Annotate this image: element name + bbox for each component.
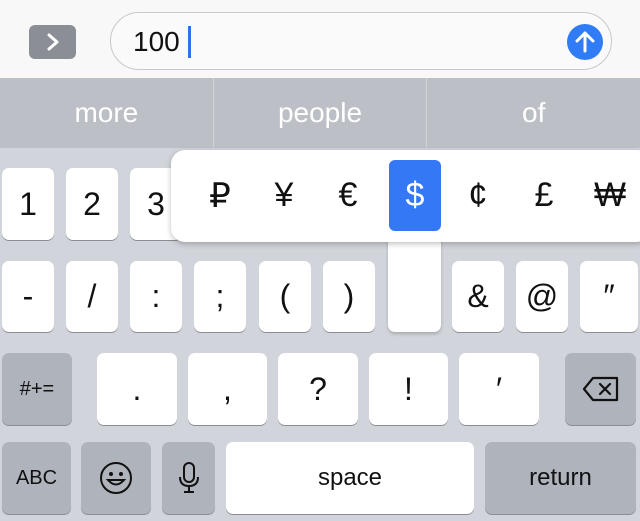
text-caret bbox=[187, 25, 191, 58]
send-button[interactable] bbox=[567, 24, 603, 60]
abc-key[interactable]: ABC bbox=[2, 442, 71, 514]
message-input[interactable]: 100 bbox=[110, 12, 612, 70]
arrow-up-icon bbox=[575, 31, 595, 53]
microphone-icon bbox=[178, 462, 199, 493]
key-exclamation[interactable]: ! bbox=[369, 353, 448, 425]
key-slash[interactable]: / bbox=[66, 261, 118, 332]
currency-pound[interactable]: £ bbox=[518, 160, 570, 231]
key-apostrophe[interactable]: ′ bbox=[459, 353, 539, 425]
key-hyphen[interactable]: - bbox=[2, 261, 54, 332]
suggestion[interactable]: people bbox=[214, 78, 428, 148]
popup-stem bbox=[388, 230, 441, 332]
key-comma[interactable]: , bbox=[188, 353, 267, 425]
emoji-icon bbox=[100, 462, 132, 494]
key-colon[interactable]: : bbox=[130, 261, 182, 332]
key-question[interactable]: ? bbox=[278, 353, 358, 425]
key-open-paren[interactable]: ( bbox=[259, 261, 311, 332]
backspace-icon bbox=[582, 376, 618, 402]
suggestion[interactable]: more bbox=[0, 78, 214, 148]
currency-won[interactable]: ₩ bbox=[584, 160, 636, 231]
chevron-right-icon bbox=[47, 33, 58, 51]
key-close-paren[interactable]: ) bbox=[323, 261, 375, 332]
currency-euro[interactable]: € bbox=[322, 160, 374, 231]
currency-ruble[interactable]: ₽ bbox=[194, 160, 246, 231]
space-key[interactable]: space bbox=[226, 442, 474, 514]
symbols-toggle-key[interactable]: #+= bbox=[2, 353, 72, 425]
predictive-bar: more people of bbox=[0, 78, 640, 148]
key-semicolon[interactable]: ; bbox=[194, 261, 246, 332]
dictation-key[interactable] bbox=[162, 442, 215, 514]
message-bar: 100 bbox=[0, 0, 640, 78]
currency-yen[interactable]: ¥ bbox=[258, 160, 310, 231]
key-at[interactable]: @ bbox=[516, 261, 568, 332]
currency-dollar[interactable]: $ bbox=[389, 160, 441, 231]
currency-cent[interactable]: ¢ bbox=[452, 160, 504, 231]
key-2[interactable]: 2 bbox=[66, 168, 118, 240]
emoji-key[interactable] bbox=[81, 442, 151, 514]
key-ampersand[interactable]: & bbox=[452, 261, 504, 332]
key-quote[interactable]: ″ bbox=[580, 261, 638, 332]
delete-key[interactable] bbox=[565, 353, 636, 425]
suggestion[interactable]: of bbox=[427, 78, 640, 148]
key-1[interactable]: 1 bbox=[2, 168, 54, 240]
key-period[interactable]: . bbox=[97, 353, 177, 425]
expand-apps-button[interactable] bbox=[29, 25, 76, 59]
return-key[interactable]: return bbox=[485, 442, 636, 514]
message-text: 100 bbox=[133, 26, 180, 57]
